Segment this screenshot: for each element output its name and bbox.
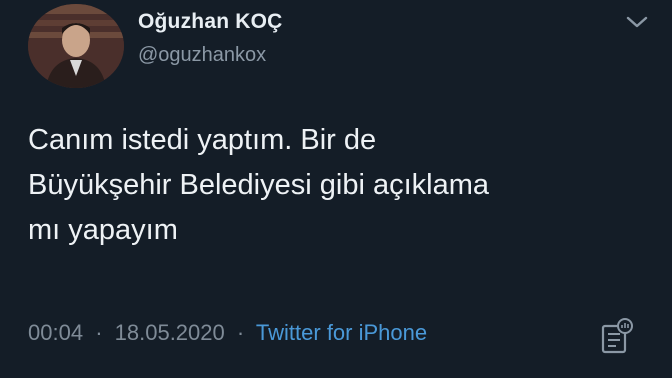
analytics-icon[interactable]	[600, 316, 634, 356]
tweet-text-line: Canım istedi yaptım. Bir de	[28, 124, 377, 156]
avatar[interactable]	[28, 4, 124, 88]
tweet-text: Canım istedi yaptım. Bir de Büyükşehir B…	[28, 118, 648, 253]
avatar-photo	[28, 4, 124, 88]
tweet-source-link[interactable]: Twitter for iPhone	[256, 320, 427, 345]
tweet-date[interactable]: 18.05.2020	[115, 320, 225, 345]
chevron-down-icon[interactable]	[624, 12, 650, 32]
author-name[interactable]: Oğuzhan KOÇ	[138, 10, 283, 34]
tweet-text-line: Büyükşehir Belediyesi gibi açıklama	[28, 169, 489, 201]
tweet-time[interactable]: 00:04	[28, 320, 83, 345]
tweet-meta: 00:04 · 18.05.2020 · Twitter for iPhone	[28, 320, 427, 346]
author-handle[interactable]: @oguzhankox	[138, 44, 266, 67]
meta-separator: ·	[236, 320, 245, 345]
tweet-text-line: mı yapayım	[28, 214, 178, 246]
tweet-card: Oğuzhan KOÇ @oguzhankox Canım istedi yap…	[0, 0, 672, 378]
meta-separator: ·	[95, 320, 103, 345]
